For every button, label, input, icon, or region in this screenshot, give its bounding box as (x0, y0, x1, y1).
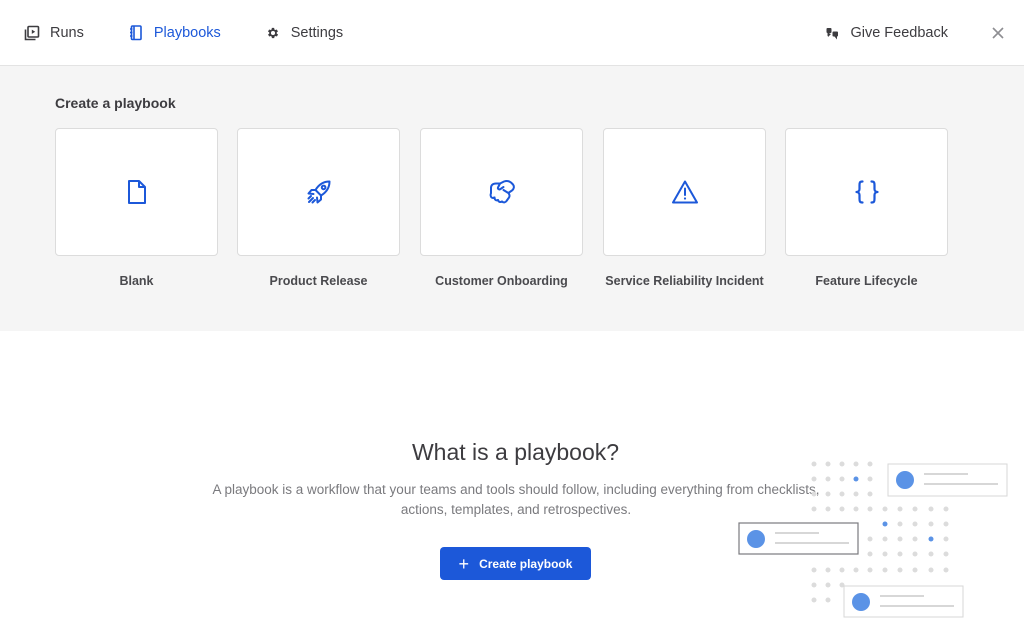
create-playbook-label: Create playbook (479, 556, 573, 571)
template-card-box[interactable] (603, 128, 766, 256)
template-card-label: Product Release (269, 274, 368, 288)
close-button[interactable] (988, 23, 1008, 43)
create-playbook-button[interactable]: + Create playbook (440, 547, 591, 580)
template-card-blank[interactable]: Blank (55, 128, 218, 288)
give-feedback-button[interactable]: Give Feedback (826, 0, 948, 66)
templates-section-title: Create a playbook (55, 95, 176, 111)
nav-tab-settings-label: Settings (290, 25, 344, 41)
playbook-icon (128, 25, 144, 41)
close-icon (992, 27, 1004, 39)
nav-tab-runs-label: Runs (50, 25, 84, 41)
template-card-label: Feature Lifecycle (815, 274, 918, 288)
nav-tab-playbooks[interactable]: Playbooks (128, 0, 221, 66)
nav-tab-runs[interactable]: Runs (24, 0, 84, 66)
card-illustration-middle (738, 522, 859, 555)
template-card-label: Customer Onboarding (435, 274, 568, 288)
nav-tab-settings[interactable]: Settings (265, 0, 343, 66)
runs-icon (24, 25, 40, 41)
playbook-templates-section: Create a playbook Blank Product Release (0, 66, 1024, 331)
playbook-illustration (738, 461, 1008, 618)
nav-tab-playbooks-label: Playbooks (153, 25, 221, 41)
template-card-box[interactable] (55, 128, 218, 256)
template-card-box[interactable] (420, 128, 583, 256)
template-card-feature-lifecycle[interactable]: Feature Lifecycle (785, 128, 948, 288)
card-illustration-top (887, 463, 1008, 497)
template-card-product-release[interactable]: Product Release (237, 128, 400, 288)
template-card-customer-onboarding[interactable]: Customer Onboarding (420, 128, 583, 288)
file-icon (127, 180, 146, 204)
code-braces-icon (854, 180, 879, 204)
give-feedback-label: Give Feedback (850, 25, 948, 41)
card-illustration-bottom (843, 585, 964, 618)
plus-icon: + (458, 553, 470, 574)
handshake-icon (489, 179, 515, 204)
template-card-box[interactable] (785, 128, 948, 256)
feedback-icon (826, 25, 842, 41)
template-card-box[interactable] (237, 128, 400, 256)
main-nav: Runs Playbooks Settings (24, 0, 387, 66)
gear-icon (265, 25, 281, 41)
alert-triangle-icon (671, 180, 698, 204)
template-card-label: Blank (119, 274, 154, 288)
top-navigation-bar: Runs Playbooks Settings Give Feedback (0, 0, 1024, 66)
template-card-label: Service Reliability Incident (605, 274, 764, 288)
rocket-icon (307, 180, 330, 204)
template-card-service-reliability-incident[interactable]: Service Reliability Incident (603, 128, 766, 288)
